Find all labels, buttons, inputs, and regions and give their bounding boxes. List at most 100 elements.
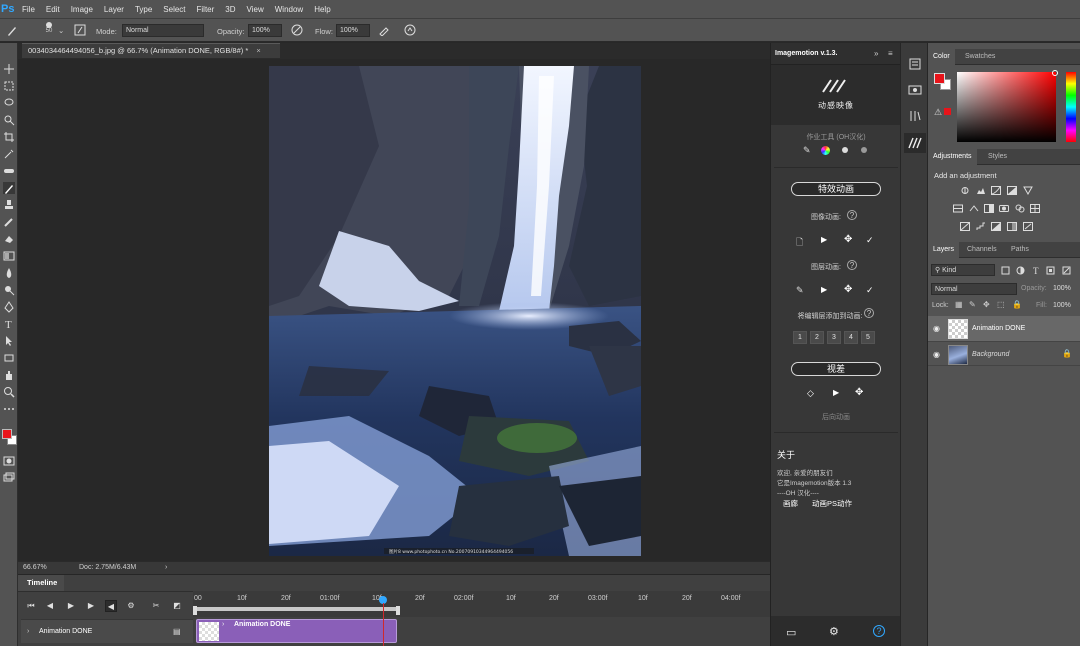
tab-channels[interactable]: Channels <box>962 242 1002 258</box>
image-play-icon[interactable]: ▶ <box>821 235 827 244</box>
eyedropper-icon[interactable]: ✎ <box>803 145 811 156</box>
zoom-tool-icon[interactable] <box>3 386 15 398</box>
lock-position-icon[interactable]: ✥ <box>983 300 990 309</box>
dot-white-icon[interactable] <box>842 147 848 153</box>
eyedropper-tool-icon[interactable] <box>3 148 15 160</box>
brush-preset-chevron-icon[interactable]: ⌄ <box>58 26 64 35</box>
layer-opacity-value[interactable]: 100% <box>1053 285 1071 292</box>
tab-paths[interactable]: Paths <box>1006 242 1034 258</box>
quick-select-tool-icon[interactable] <box>3 114 15 126</box>
gradient-tool-icon[interactable] <box>3 250 15 262</box>
lasso-tool-icon[interactable] <box>3 97 15 109</box>
previous-frame-icon[interactable]: ◀ <box>44 600 56 612</box>
edit-layer-help-icon[interactable]: ? <box>864 308 874 318</box>
track-media-icon[interactable]: ▤ <box>173 627 181 636</box>
number-button-2[interactable]: 2 <box>810 331 824 344</box>
brush-preset-picker[interactable]: 50 <box>42 21 56 35</box>
imagemotion-panel-tab[interactable] <box>904 133 926 153</box>
menu-type[interactable]: Type <box>135 5 152 14</box>
healing-brush-tool-icon[interactable] <box>3 165 15 177</box>
filter-type-icon[interactable]: T <box>1032 266 1042 276</box>
filter-pixel-icon[interactable] <box>1001 266 1011 275</box>
libraries-panel-icon[interactable] <box>908 109 922 123</box>
ps-actions-link[interactable]: 动画PS动作 <box>812 498 852 509</box>
menu-select[interactable]: Select <box>163 5 185 14</box>
layer-pen-icon[interactable]: ✎ <box>796 285 804 296</box>
posterize-icon[interactable] <box>976 222 986 231</box>
blend-mode-select[interactable]: Normal <box>931 283 1017 295</box>
layer-confirm-check-icon[interactable]: ✓ <box>866 285 874 296</box>
hand-tool-icon[interactable] <box>3 369 15 381</box>
split-scissors-icon[interactable]: ✂ <box>150 600 162 612</box>
quick-mask-icon[interactable] <box>3 455 15 467</box>
special-effects-button[interactable]: 特效动画 <box>791 182 881 196</box>
flow-field[interactable]: 100% <box>336 24 370 37</box>
close-tab-icon[interactable]: × <box>256 46 260 55</box>
layer-play-icon[interactable]: ▶ <box>821 285 827 294</box>
number-button-3[interactable]: 3 <box>827 331 841 344</box>
status-menu-chevron-icon[interactable]: › <box>165 562 167 574</box>
transition-icon[interactable]: ◩ <box>171 600 183 612</box>
layer-animation-help-icon[interactable]: ? <box>847 260 857 270</box>
gamut-color-chip[interactable] <box>944 108 951 115</box>
image-animation-help-icon[interactable]: ? <box>847 210 857 220</box>
pen-tool-icon[interactable] <box>3 301 15 313</box>
help-icon[interactable]: ? <box>873 625 885 637</box>
gradient-map-icon[interactable] <box>1007 222 1017 231</box>
opacity-field[interactable]: 100% <box>248 24 282 37</box>
footer-settings-gear-icon[interactable]: ⚙ <box>829 625 839 638</box>
color-picker-cursor[interactable] <box>1052 70 1058 76</box>
exposure-icon[interactable] <box>1007 186 1017 195</box>
layer-move-icon[interactable]: ✥ <box>844 284 852 295</box>
layer-row-background[interactable]: ◉ Background 🔒 <box>928 341 1080 366</box>
foreground-color-swatch[interactable] <box>2 429 12 439</box>
brush-tool-icon[interactable] <box>3 182 15 194</box>
hue-saturation-icon[interactable] <box>953 204 963 213</box>
menu-view[interactable]: View <box>247 5 264 14</box>
next-frame-icon[interactable]: ▶ <box>85 600 97 612</box>
settings-gear-icon[interactable]: ⚙ <box>125 600 137 612</box>
menu-filter[interactable]: Filter <box>197 5 215 14</box>
gallery-link[interactable]: 画廊 <box>783 498 798 509</box>
mode-select[interactable]: Normal <box>122 24 204 37</box>
tab-styles[interactable]: Styles <box>983 149 1012 165</box>
vibrance-icon[interactable] <box>1023 186 1033 196</box>
track-header[interactable]: › Animation DONE ▤ <box>21 619 193 643</box>
layer-name[interactable]: Animation DONE <box>972 325 1025 332</box>
filter-adjustment-icon[interactable] <box>1016 266 1026 275</box>
screen-mode-icon[interactable] <box>3 472 15 484</box>
number-button-1[interactable]: 1 <box>793 331 807 344</box>
menu-layer[interactable]: Layer <box>104 5 124 14</box>
image-file-icon[interactable]: 🗋 <box>796 235 803 251</box>
brightness-contrast-icon[interactable] <box>960 186 970 195</box>
monitor-icon[interactable]: ▭ <box>786 626 796 639</box>
lock-image-icon[interactable]: ✎ <box>969 300 976 309</box>
dodge-tool-icon[interactable] <box>3 284 15 296</box>
parallax-move-icon[interactable]: ✥ <box>855 387 863 398</box>
history-panel-icon[interactable] <box>908 57 922 71</box>
dot-gray-icon[interactable] <box>861 147 867 153</box>
invert-icon[interactable] <box>960 222 970 231</box>
layer-name[interactable]: Background <box>972 351 1009 358</box>
menu-3d[interactable]: 3D <box>225 5 235 14</box>
lock-all-icon[interactable]: 🔒 <box>1012 300 1022 309</box>
threshold-icon[interactable] <box>991 222 1001 231</box>
layer-row-animation-done[interactable]: ◉ Animation DONE <box>928 316 1080 341</box>
fill-value[interactable]: 100% <box>1053 302 1071 309</box>
lock-transparent-icon[interactable]: ▦ <box>955 300 963 309</box>
color-panel-foreground[interactable] <box>934 73 945 84</box>
menu-help[interactable]: Help <box>314 5 330 14</box>
more-tools-icon[interactable] <box>3 403 15 415</box>
play-icon[interactable]: ▶ <box>65 600 77 612</box>
eraser-tool-icon[interactable] <box>3 233 15 245</box>
pressure-size-icon[interactable] <box>404 24 416 36</box>
levels-icon[interactable] <box>976 186 986 195</box>
color-wheel-icon[interactable] <box>821 146 830 155</box>
image-move-icon[interactable]: ✥ <box>844 234 852 245</box>
color-lookup-icon[interactable] <box>1030 204 1040 213</box>
brush-tool-icon[interactable] <box>6 24 18 36</box>
tab-swatches[interactable]: Swatches <box>960 49 1000 65</box>
animation-clip[interactable]: Animation DONE › <box>196 619 397 643</box>
document-tab[interactable]: 0034034464494056_b.jpg @ 66.7% (Animatio… <box>22 43 280 58</box>
tab-color[interactable]: Color <box>928 49 955 65</box>
